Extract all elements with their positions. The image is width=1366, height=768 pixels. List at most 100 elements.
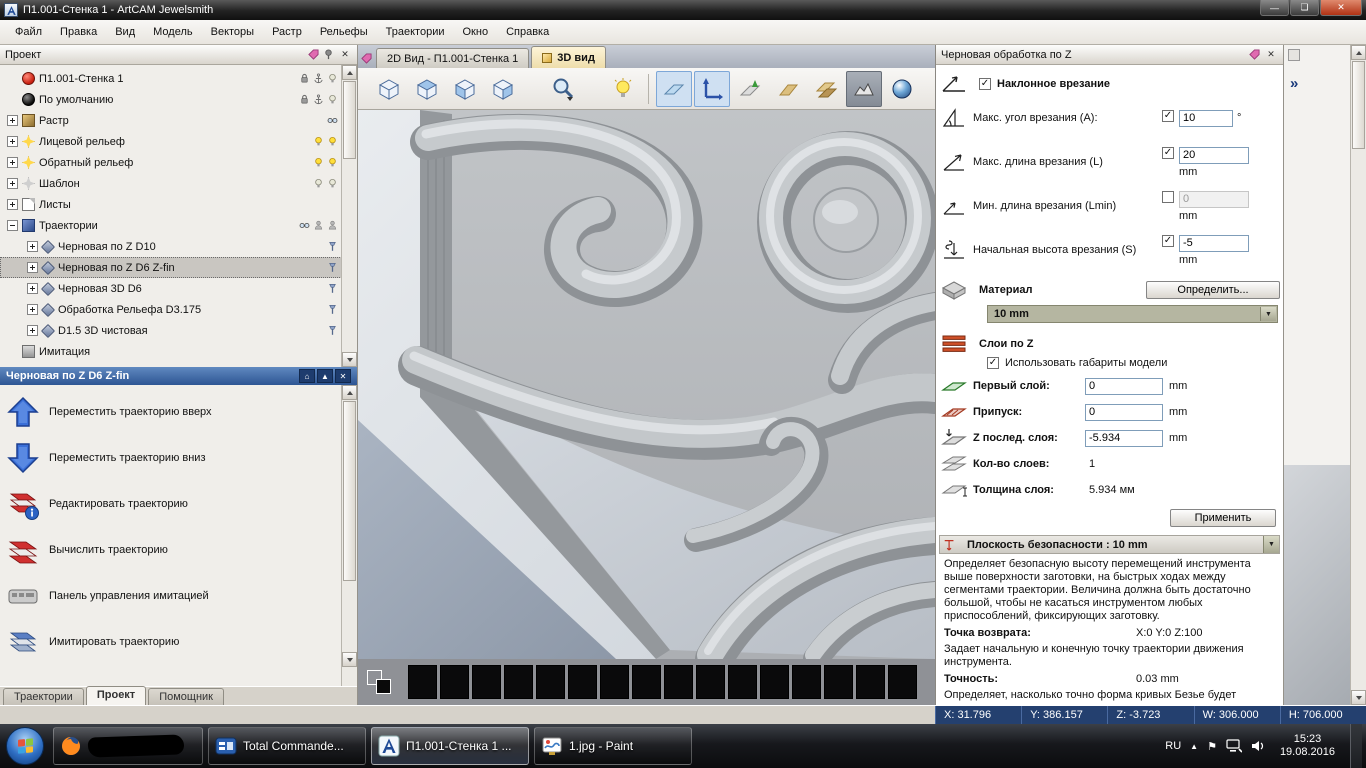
expand-icon[interactable] (27, 304, 38, 315)
tree-item-label[interactable]: Растр (39, 115, 69, 127)
expand-icon[interactable] (27, 262, 38, 273)
tree-row[interactable]: Обратный рельеф (0, 152, 342, 173)
menu-view[interactable]: Вид (106, 22, 144, 42)
expand-icon[interactable] (7, 115, 18, 126)
start-height-checkbox[interactable] (1162, 234, 1174, 247)
top-view-button[interactable] (409, 71, 445, 107)
frames-icon[interactable] (367, 670, 391, 694)
draw-origin-button[interactable] (694, 70, 730, 107)
edit-toolpath-button[interactable]: Редактировать траекторию (4, 481, 340, 527)
expand-icon[interactable] (27, 241, 38, 252)
tree-row[interactable]: Лицевой рельеф (0, 131, 342, 152)
glasses-icon[interactable] (299, 220, 310, 231)
allowance-input[interactable] (1085, 403, 1163, 421)
simulate-toolpath-button[interactable]: Имитировать траекторию (4, 619, 340, 665)
toggle-zero-plane-button[interactable] (732, 71, 768, 107)
tree-row[interactable]: П1.001-Стенка 1 (0, 68, 342, 89)
panel-close-icon[interactable]: ✕ (1264, 48, 1278, 61)
iso-view-button[interactable] (371, 71, 407, 107)
front-view-button[interactable] (485, 71, 521, 107)
simulation-control-panel-button[interactable]: Панель управления имитацией (4, 573, 340, 619)
paint-taskbar-button[interactable]: 1.jpg - Paint (534, 727, 692, 765)
frame-thumbnail[interactable] (792, 665, 821, 699)
tree-row[interactable]: Траектории (0, 215, 342, 236)
max-length-input[interactable] (1179, 146, 1249, 164)
bulb-icon[interactable] (327, 94, 338, 105)
menu-raster[interactable]: Растр (263, 22, 311, 42)
tree-item-label[interactable]: Траектории (39, 220, 98, 232)
minimize-button[interactable]: — (1260, 0, 1289, 16)
tab-3d-view[interactable]: 3D вид (531, 46, 606, 68)
tree-item-label[interactable]: По умолчанию (39, 94, 113, 106)
tab-2d-view[interactable]: 2D Вид - П1.001-Стенка 1 (376, 48, 530, 68)
frame-thumbnail[interactable] (536, 665, 565, 699)
frame-thumbnail[interactable] (472, 665, 501, 699)
expand-icon[interactable] (7, 157, 18, 168)
scroll-thumb[interactable] (343, 81, 356, 159)
tree-item-label[interactable]: Шаблон (39, 178, 80, 190)
calculate-toolpath-button[interactable]: Вычислить траекторию (4, 527, 340, 573)
action-center-flag-icon[interactable]: ⚑ (1207, 740, 1217, 753)
tree-row[interactable]: Имитация (0, 341, 342, 362)
frame-thumbnail[interactable] (760, 665, 789, 699)
tree-row[interactable]: Растр (0, 110, 342, 131)
show-desktop-button[interactable] (1350, 724, 1362, 768)
bulb-icon[interactable] (313, 178, 324, 189)
tab-assistant[interactable]: Помощник (148, 688, 224, 705)
maximize-button[interactable]: ❏ (1290, 0, 1319, 16)
tree-item-label[interactable]: D1.5 3D чистовая (58, 325, 148, 337)
frame-thumbnail[interactable] (824, 665, 853, 699)
light-toggle-button[interactable] (605, 71, 641, 107)
strip-scrollbar[interactable] (1350, 45, 1366, 705)
bulb-icon[interactable] (327, 136, 338, 147)
tree-item-label[interactable]: Листы (39, 199, 71, 211)
frame-thumbnail[interactable] (504, 665, 533, 699)
tree-row[interactable]: Обработка Рельефа D3.175 (0, 299, 342, 320)
tree-row[interactable]: Черновая 3D D6 (0, 278, 342, 299)
relief-preview-button[interactable] (770, 71, 806, 107)
zoom-tool-button[interactable] (545, 71, 581, 107)
frame-thumbnail[interactable] (568, 665, 597, 699)
network-icon[interactable] (1226, 739, 1242, 753)
move-toolpath-up-button[interactable]: Переместить траекторию вверх (4, 389, 340, 435)
tree-scrollbar[interactable] (341, 65, 357, 367)
apply-button[interactable]: Применить (1170, 509, 1276, 527)
ramp-enable-checkbox[interactable] (979, 78, 991, 90)
dropdown-arrow-icon[interactable]: ▼ (1260, 307, 1276, 321)
start-height-input[interactable] (1179, 234, 1249, 252)
actions-scrollbar[interactable] (341, 385, 357, 686)
glasses-icon[interactable] (327, 115, 338, 126)
frame-thumbnail[interactable] (856, 665, 885, 699)
safe-z-header[interactable]: Плоскость безопасности : 10 mm ▼ (939, 535, 1280, 554)
first-slice-input[interactable] (1085, 377, 1163, 395)
safe-z-dropdown-icon[interactable]: ▼ (1263, 536, 1279, 553)
frame-thumbnail[interactable] (728, 665, 757, 699)
bulb-icon[interactable] (313, 136, 324, 147)
start-button[interactable] (6, 727, 44, 765)
expand-icon[interactable] (7, 199, 18, 210)
tree-item-label[interactable]: Черновая по Z D6 Z-fin (58, 262, 175, 274)
define-material-button[interactable]: Определить... (1146, 281, 1280, 299)
min-length-input[interactable] (1179, 190, 1249, 208)
tree-row[interactable]: Шаблон (0, 173, 342, 194)
shaded-relief-button[interactable] (846, 70, 882, 107)
menu-model[interactable]: Модель (144, 22, 201, 42)
expand-icon[interactable] (27, 283, 38, 294)
clock[interactable]: 15:23 19.08.2016 (1280, 733, 1335, 759)
tree-item-label[interactable]: Черновая по Z D10 (58, 241, 156, 253)
tree-row[interactable]: По умолчанию (0, 89, 342, 110)
draw-plane-button[interactable] (656, 70, 692, 107)
menu-toolpaths[interactable]: Траектории (377, 22, 454, 42)
menu-edit[interactable]: Правка (51, 22, 106, 42)
tree-row-selected[interactable]: Черновая по Z D6 Z-fin (0, 257, 342, 278)
dock-button[interactable]: ⌂ (299, 369, 315, 383)
expand-icon[interactable] (7, 136, 18, 147)
frame-thumbnail[interactable] (440, 665, 469, 699)
frame-thumbnail[interactable] (888, 665, 917, 699)
menu-help[interactable]: Справка (497, 22, 558, 42)
expand-icon[interactable] (7, 178, 18, 189)
frame-thumbnail[interactable] (408, 665, 437, 699)
min-length-checkbox[interactable] (1162, 190, 1174, 203)
tree-row[interactable]: Листы (0, 194, 342, 215)
expand-panel-button[interactable]: » (1290, 75, 1298, 92)
